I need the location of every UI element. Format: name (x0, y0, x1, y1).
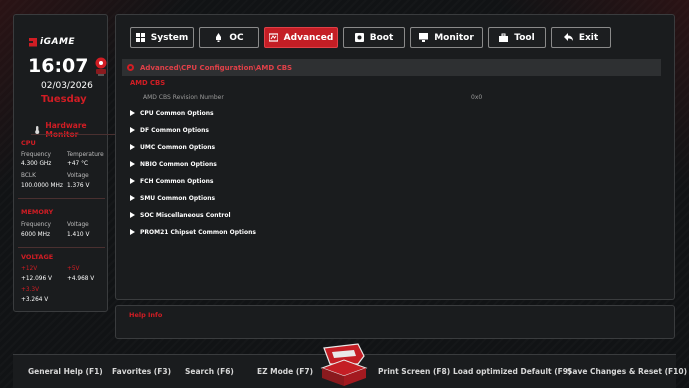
menu-item-label: DF Common Options (140, 126, 209, 134)
submenu-arrow-icon (130, 161, 135, 167)
menu-item-soc-misc[interactable]: SOC Miscellaneous Control (130, 210, 430, 220)
v5-label: +5V (67, 266, 80, 272)
help-info-panel: Help Info (115, 305, 675, 339)
disk-icon (354, 33, 364, 42)
memory-frequency-value: 6000 MHz (21, 232, 50, 238)
menu-item-label: SMU Common Options (140, 194, 216, 202)
tab-monitor[interactable]: Monitor (410, 27, 483, 48)
tab-advanced-label: Advanced (283, 32, 334, 43)
cpu-temperature-label: Temperature (67, 152, 104, 158)
submenu-arrow-icon (130, 195, 135, 201)
cpu-voltage-value: 1.376 V (67, 183, 90, 189)
weekday-display: Tuesday (41, 94, 87, 105)
v33-label: +3.3V (21, 287, 40, 293)
tab-oc-label: OC (229, 32, 244, 43)
cpu-temperature-value: +47 °C (67, 161, 89, 167)
v12-value: +12.096 V (21, 276, 52, 282)
voltage-heading: VOLTAGE (21, 253, 54, 261)
submenu-arrow-icon (130, 127, 135, 133)
tab-tool-label: Tool (514, 32, 535, 43)
menu-item-nbio-common[interactable]: NBIO Common Options (130, 159, 430, 169)
tab-boot[interactable]: Boot (343, 27, 405, 48)
ez-mode-button[interactable]: EZ Mode (F7) (257, 367, 313, 376)
monitor-icon (419, 33, 429, 42)
submenu-arrow-icon (130, 229, 135, 235)
tab-tool[interactable]: Tool (488, 27, 546, 48)
load-defaults-button[interactable]: Load optimized Default (F9) (453, 367, 571, 376)
breadcrumb-bar: Advanced\CPU Configuration\AMD CBS (122, 59, 661, 76)
cpu-divider (18, 198, 105, 199)
cpu-heading: CPU (21, 139, 36, 147)
menu-item-label: SOC Miscellaneous Control (140, 211, 231, 219)
clock-time: 16:07 (28, 55, 89, 77)
mascot-robot-icon (95, 57, 107, 76)
tab-exit[interactable]: Exit (551, 27, 611, 48)
hardware-monitor-label: Hardware Monitor (45, 121, 87, 139)
memory-heading: MEMORY (21, 208, 54, 216)
menu-item-umc-common[interactable]: UMC Common Options (130, 142, 430, 152)
cpu-frequency-value: 4.300 GHz (21, 161, 52, 167)
general-help-button[interactable]: General Help (F1) (28, 367, 103, 376)
save-reset-button[interactable]: Save Changes & Reset (F10) (567, 367, 687, 376)
grid-icon (135, 33, 145, 42)
submenu-arrow-icon (130, 178, 135, 184)
tab-monitor-label: Monitor (434, 32, 474, 43)
bclk-label: BCLK (21, 173, 36, 179)
hardware-monitor-title: Hardware Monitor (34, 121, 107, 139)
search-button[interactable]: Search (F6) (185, 367, 234, 376)
advanced-icon (268, 33, 278, 42)
menu-item-label: UMC Common Options (140, 143, 216, 151)
menu-item-label: NBIO Common Options (140, 160, 217, 168)
tab-exit-label: Exit (578, 32, 599, 43)
help-info-title: Help Info (129, 311, 163, 319)
logo-text: iGAME (40, 37, 76, 47)
tab-advanced[interactable]: Advanced (264, 27, 338, 48)
igame-logo: iGAME (29, 37, 75, 47)
menu-item-cpu-common[interactable]: CPU Common Options (130, 108, 430, 118)
tab-boot-label: Boot (369, 32, 394, 43)
memory-voltage-label: Voltage (67, 222, 89, 228)
menu-item-prom21-chipset[interactable]: PROM21 Chipset Common Options (130, 227, 430, 237)
rocket-icon (216, 33, 222, 42)
submenu-arrow-icon (130, 212, 135, 218)
menu-item-df-common[interactable]: DF Common Options (130, 125, 430, 135)
menu-item-label: CPU Common Options (140, 109, 214, 117)
page-title: AMD CBS (130, 79, 166, 87)
sidebar-status-panel: iGAME 16:07 02/03/2026 Tuesday Hardware … (13, 14, 118, 312)
main-settings-panel: System OC Advanced Boot Monitor Tool Exi… (115, 14, 675, 300)
hardware-monitor-divider (31, 134, 118, 135)
logo-mark-icon (29, 37, 37, 47)
submenu-arrow-icon (130, 144, 135, 150)
cpu-frequency-label: Frequency (21, 152, 51, 158)
revision-value: 0x0 (471, 94, 483, 101)
cpu-voltage-label: Voltage (67, 173, 89, 179)
date-display: 02/03/2026 (41, 81, 93, 91)
tab-oc[interactable]: OC (199, 27, 259, 48)
menu-item-label: FCH Common Options (140, 177, 214, 185)
breadcrumb: Advanced\CPU Configuration\AMD CBS (140, 63, 293, 72)
v33-value: +3.264 V (21, 297, 49, 303)
memory-voltage-value: 1.410 V (67, 232, 90, 238)
v5-value: +4.968 V (67, 276, 95, 282)
tab-system-label: System (150, 32, 189, 43)
memory-frequency-label: Frequency (21, 222, 51, 228)
top-tab-bar: System OC Advanced Boot Monitor Tool Exi… (130, 27, 611, 48)
print-screen-button[interactable]: Print Screen (F8) (378, 367, 450, 376)
memory-divider (18, 247, 105, 248)
favorites-button[interactable]: Favorites (F3) (112, 367, 171, 376)
tab-system[interactable]: System (130, 27, 194, 48)
menu-item-smu-common[interactable]: SMU Common Options (130, 193, 430, 203)
menu-item-label: PROM21 Chipset Common Options (140, 228, 256, 236)
toolbox-icon (499, 33, 509, 42)
return-icon (563, 33, 573, 41)
submenu-arrow-icon (130, 110, 135, 116)
revision-label: AMD CBS Revision Number (143, 94, 224, 101)
bclk-value: 100.0000 MHz (21, 183, 63, 189)
menu-item-fch-common[interactable]: FCH Common Options (130, 176, 430, 186)
igame-emblem-icon (320, 343, 368, 386)
v12-label: +12V (21, 266, 38, 272)
breadcrumb-icon (127, 64, 134, 71)
